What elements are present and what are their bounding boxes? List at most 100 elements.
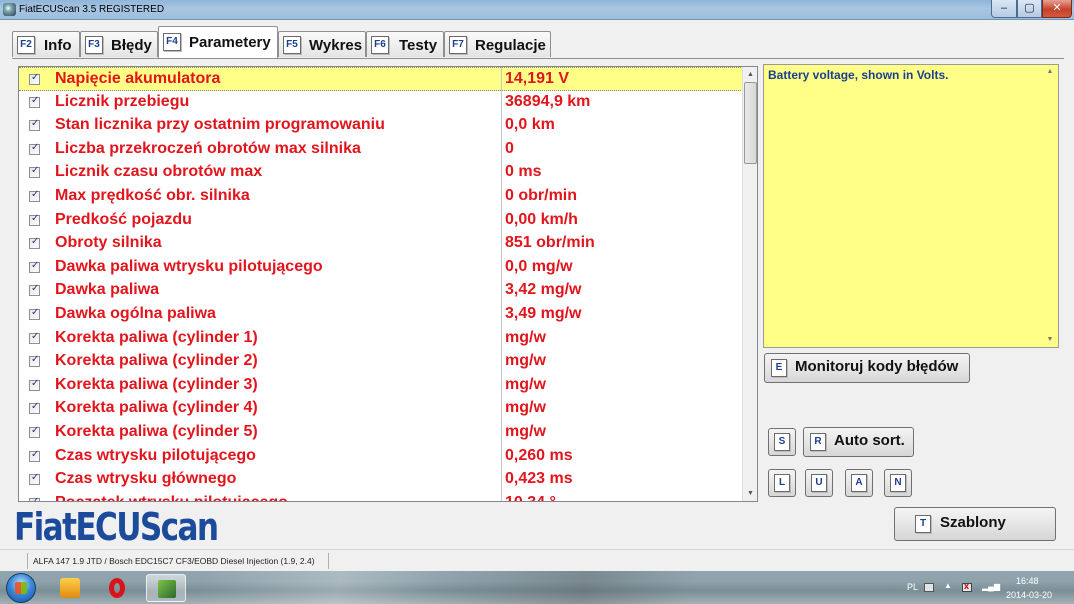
windows-start-icon[interactable] — [6, 573, 36, 603]
parameter-row[interactable]: Korekta paliwa (cylinder 4) mg/w — [19, 397, 743, 421]
scroll-thumb[interactable] — [744, 82, 757, 164]
power-icon[interactable] — [962, 581, 972, 592]
close-button[interactable]: ✕ — [1042, 0, 1072, 18]
parameter-checkbox[interactable] — [29, 401, 40, 415]
parameter-table[interactable]: Napięcie akumulatora 14,191 V Licznik prze… — [18, 66, 758, 502]
network-signal-icon[interactable]: ▂▄▆ — [982, 582, 1000, 591]
parameter-value: 36894,9 km — [505, 92, 591, 110]
parameter-name: Korekta paliwa (cylinder 5) — [55, 423, 258, 440]
parameter-checkbox[interactable] — [29, 213, 40, 226]
clock-date[interactable]: 2014-03-20 — [1006, 590, 1052, 600]
maximize-button[interactable]: ▢ — [1017, 0, 1042, 18]
parameter-row[interactable]: Predkość pojazdu 0,00 km/h — [19, 209, 743, 233]
outlook-icon[interactable] — [50, 574, 90, 602]
parameter-value: mg/w — [505, 423, 546, 440]
parameter-row[interactable]: Dawka ogólna paliwa 3,49 mg/w — [19, 303, 743, 327]
parameter-checkbox[interactable] — [29, 425, 40, 438]
parameter-value: 851 obr/min — [505, 234, 595, 252]
parameter-checkbox[interactable] — [29, 72, 40, 85]
parameter-name: Korekta paliwa (cylinder 3) — [55, 375, 258, 393]
status-separator — [27, 553, 28, 569]
parameter-name: Max prędkość obr. silnika — [55, 187, 250, 204]
tab-label: Regulacje — [475, 37, 546, 54]
s-key-icon: S — [774, 433, 790, 451]
scroll-up-icon[interactable]: ▲ — [1042, 65, 1058, 79]
parameter-row[interactable]: Obroty silnika 851 obr/min — [19, 232, 743, 256]
parameter-row[interactable]: Początek wtrysku pilotującego 10,34 ° — [19, 492, 743, 501]
parameter-checkbox[interactable] — [29, 354, 40, 368]
parameter-value: 0,423 ms — [505, 470, 573, 488]
a-key-icon: A — [851, 474, 867, 492]
parameter-checkbox[interactable] — [29, 142, 40, 155]
fiatecuscan-taskbar-icon[interactable] — [146, 574, 186, 602]
parameter-checkbox[interactable] — [29, 449, 40, 462]
minimize-button[interactable]: – — [991, 0, 1017, 18]
parameter-checkbox[interactable] — [29, 236, 40, 250]
parameter-row[interactable]: Korekta paliwa (cylinder 5) mg/w — [19, 421, 743, 445]
parameter-checkbox[interactable] — [29, 260, 40, 273]
tab-wykres[interactable]: F5 Wykres — [278, 31, 366, 57]
tab-bledy[interactable]: F3 Błędy — [80, 31, 158, 57]
scroll-down-icon[interactable]: ▼ — [743, 486, 757, 501]
parameter-name: Liczba przekroczeń obrotów max silnika — [55, 139, 361, 157]
templates-button[interactable]: T Szablony — [894, 507, 1056, 541]
parameter-checkbox[interactable] — [29, 283, 40, 297]
parameter-row[interactable]: Liczba przekroczeń obrotów max silnika 0 — [19, 138, 743, 162]
tab-parametery[interactable]: F4 Parametery — [158, 26, 278, 58]
r-key-icon: R — [810, 433, 826, 451]
scroll-up-icon[interactable]: ▲ — [743, 67, 757, 82]
parameter-checkbox[interactable] — [29, 378, 40, 391]
parameter-checkbox[interactable] — [29, 118, 40, 132]
parameter-row[interactable]: Max prędkość obr. silnika 0 obr/min — [19, 185, 743, 209]
parameter-row[interactable]: Korekta paliwa (cylinder 1) mg/w — [19, 327, 743, 351]
parameter-row[interactable]: Czas wtrysku pilotującego 0,260 ms — [19, 445, 743, 469]
tab-testy[interactable]: F6 Testy — [366, 31, 444, 57]
l-button[interactable]: L — [768, 469, 796, 497]
u-button[interactable]: U — [805, 469, 833, 497]
title-bar: FiatECUScan 3.5 REGISTERED – ▢ ✕ — [0, 0, 1074, 20]
parameter-row[interactable]: Napięcie akumulatora 14,191 V — [19, 67, 743, 91]
clock-time[interactable]: 16:48 — [1016, 576, 1039, 586]
tab-regulacje[interactable]: F7 Regulacje — [444, 31, 551, 57]
tray-expand-icon[interactable]: ▲ — [944, 581, 954, 590]
a-button[interactable]: A — [845, 469, 873, 497]
opera-icon[interactable] — [98, 574, 138, 602]
windows-taskbar: PL ▲ ▂▄▆ 16:48 2014-03-20 — [0, 571, 1074, 604]
scroll-down-icon[interactable]: ▼ — [1042, 333, 1058, 347]
parameter-checkbox[interactable] — [29, 496, 40, 501]
parameter-name: Dawka paliwa wtrysku pilotującego — [55, 257, 323, 275]
parameter-checkbox[interactable] — [29, 189, 40, 202]
n-button[interactable]: N — [884, 469, 912, 497]
button-label: Monitoruj kody błędów — [795, 358, 959, 375]
language-indicator[interactable]: PL — [907, 582, 918, 592]
s-button[interactable]: S — [768, 428, 796, 456]
t-key-icon: T — [915, 515, 931, 533]
auto-sort-button[interactable]: R Auto sort. — [803, 427, 914, 457]
parameter-row[interactable]: Czas wtrysku głównego 0,423 ms — [19, 468, 743, 492]
parameter-row[interactable]: Dawka paliwa wtrysku pilotującego 0,0 mg/… — [19, 256, 743, 280]
parameter-name: Dawka ogólna paliwa — [55, 305, 216, 322]
parameter-row[interactable]: Licznik czasu obrotów max 0 ms — [19, 161, 743, 185]
parameter-row[interactable]: Korekta paliwa (cylinder 3) mg/w — [19, 374, 743, 398]
parameter-row[interactable]: Licznik przebiegu 36894,9 km — [19, 91, 743, 115]
parameter-row[interactable]: Stan licznika przy ostatnim programowani… — [19, 114, 743, 138]
table-scrollbar[interactable]: ▲ ▼ — [742, 67, 757, 501]
parameter-row[interactable]: Dawka paliwa 3,42 mg/w — [19, 279, 743, 303]
description-scrollbar[interactable]: ▲ ▼ — [1042, 65, 1058, 347]
description-panel: Battery voltage, shown in Volts. ▲ ▼ — [763, 64, 1059, 348]
parameter-checkbox[interactable] — [29, 472, 40, 486]
parameter-value: mg/w — [505, 328, 546, 346]
monitor-errors-button[interactable]: E Monitoruj kody błędów — [764, 353, 970, 383]
parameter-checkbox[interactable] — [29, 165, 40, 179]
parameter-value: 0 — [505, 139, 514, 157]
parameter-name: Predkość pojazdu — [55, 210, 192, 228]
keyboard-icon[interactable] — [924, 583, 934, 592]
parameter-row[interactable]: Korekta paliwa (cylinder 2) mg/w — [19, 350, 743, 374]
parameter-rows: Napięcie akumulatora 14,191 V Licznik prze… — [19, 67, 743, 501]
parameter-checkbox[interactable] — [29, 95, 40, 108]
parameter-name: Początek wtrysku pilotującego — [55, 494, 288, 501]
parameter-value: 0,0 km — [505, 116, 555, 134]
parameter-checkbox[interactable] — [29, 331, 40, 344]
tab-info[interactable]: F2 Info — [12, 31, 80, 57]
parameter-checkbox[interactable] — [29, 307, 40, 320]
